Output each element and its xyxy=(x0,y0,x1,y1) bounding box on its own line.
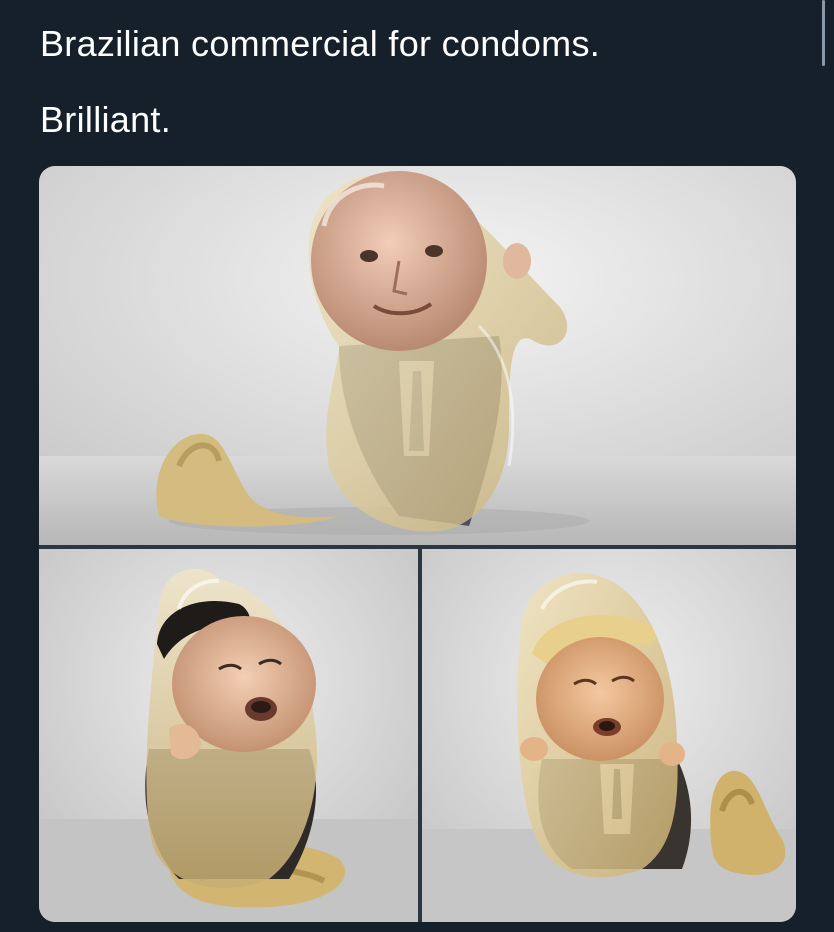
tweet-text: Brazilian commercial for condoms. Brilli… xyxy=(40,22,800,174)
media-image-top[interactable] xyxy=(39,166,796,545)
tweet-text-line-1: Brazilian commercial for condoms. xyxy=(40,23,601,64)
tweet-text-line-2: Brilliant. xyxy=(40,99,172,140)
condom-caricature-image xyxy=(39,549,418,922)
condom-caricature-image xyxy=(39,166,796,545)
tweet-media-grid[interactable] xyxy=(39,166,796,922)
media-image-bottom-left[interactable] xyxy=(39,549,418,922)
scrollbar[interactable] xyxy=(822,0,825,66)
condom-caricature-image xyxy=(422,549,796,922)
media-image-bottom-right[interactable] xyxy=(422,549,796,922)
